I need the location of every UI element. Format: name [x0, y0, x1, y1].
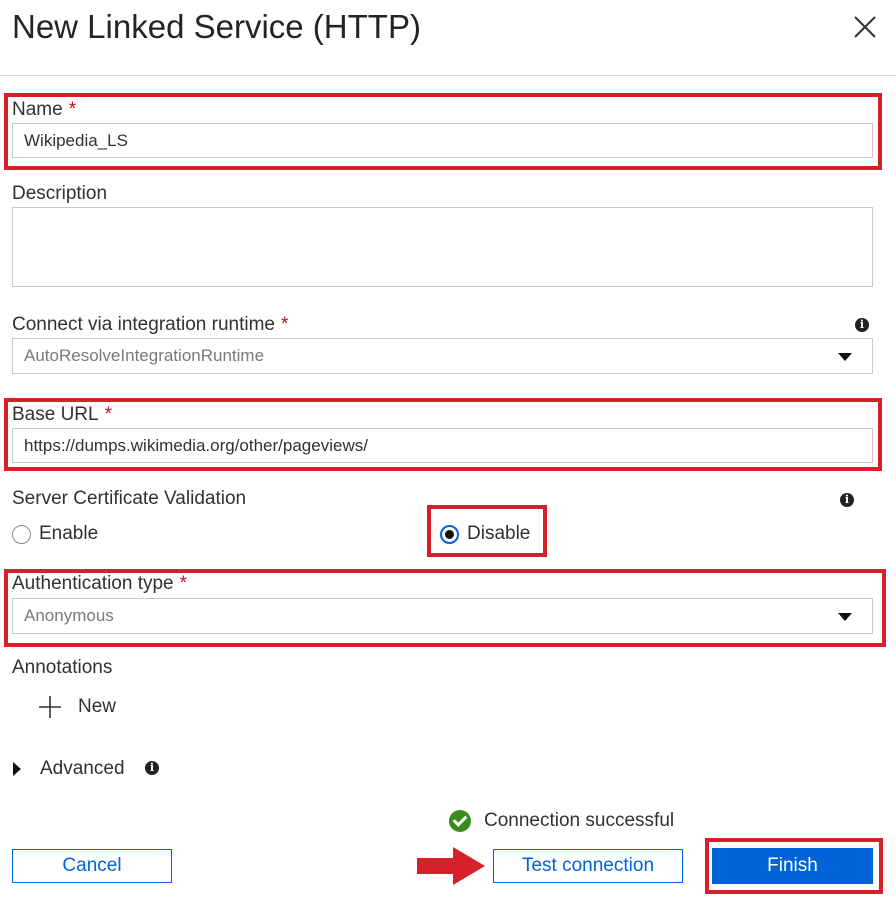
info-icon[interactable]: i [840, 493, 854, 507]
radio-disable-circle[interactable] [440, 524, 459, 544]
info-icon[interactable]: i [855, 318, 869, 332]
radio-enable-label: Enable [39, 523, 99, 544]
required-mark: * [179, 573, 188, 594]
finish-button[interactable]: Finish [712, 848, 873, 884]
name-input-value: Wikipedia_LS [24, 130, 128, 150]
auth-type-dropdown[interactable]: Anonymous [12, 598, 873, 634]
cert-validation-label: Server Certificate Validation [12, 488, 247, 509]
radio-enable-circle[interactable] [12, 524, 31, 544]
name-label: Name * [12, 99, 77, 120]
description-input[interactable] [12, 207, 873, 287]
plus-icon [39, 696, 61, 718]
base-url-input[interactable]: https://dumps.wikimedia.org/other/pagevi… [12, 428, 873, 463]
runtime-dropdown[interactable]: AutoResolveIntegrationRuntime [12, 338, 873, 374]
advanced-label: Advanced [40, 758, 125, 779]
checkmark-circle-icon [449, 810, 471, 832]
radio-disable[interactable]: Disable [440, 523, 530, 545]
description-label: Description [12, 183, 108, 204]
advanced-toggle[interactable]: Advanced [12, 758, 125, 780]
required-mark: * [68, 99, 77, 120]
auth-type-label: Authentication type * [12, 573, 188, 594]
connection-status-text: Connection successful [484, 810, 675, 831]
add-annotation-label: New [78, 696, 117, 717]
base-url-label: Base URL * [12, 404, 113, 425]
required-mark: * [104, 404, 113, 425]
connection-status: Connection successful [449, 810, 674, 832]
required-mark: * [280, 314, 289, 335]
dialog-title: New Linked Service (HTTP) [12, 8, 421, 45]
close-icon [854, 16, 876, 38]
annotations-label: Annotations [12, 657, 113, 678]
radio-disable-label: Disable [467, 523, 531, 544]
auth-type-dropdown-value: Anonymous [24, 606, 114, 625]
name-input[interactable]: Wikipedia_LS [12, 123, 873, 158]
radio-enable[interactable]: Enable [12, 523, 98, 545]
chevron-down-icon [838, 353, 852, 361]
close-button[interactable] [850, 12, 880, 42]
runtime-label: Connect via integration runtime * [12, 314, 289, 335]
test-connection-button[interactable]: Test connection [493, 849, 683, 883]
caret-right-icon [13, 762, 21, 776]
runtime-dropdown-value: AutoResolveIntegrationRuntime [24, 346, 265, 365]
add-annotation-button[interactable]: New [38, 695, 116, 719]
cancel-button[interactable]: Cancel [12, 849, 172, 883]
info-icon[interactable]: i [145, 761, 159, 775]
base-url-input-value: https://dumps.wikimedia.org/other/pagevi… [24, 435, 368, 455]
red-arrow-icon [417, 847, 485, 885]
header-divider [0, 75, 896, 76]
chevron-down-icon [838, 613, 852, 621]
